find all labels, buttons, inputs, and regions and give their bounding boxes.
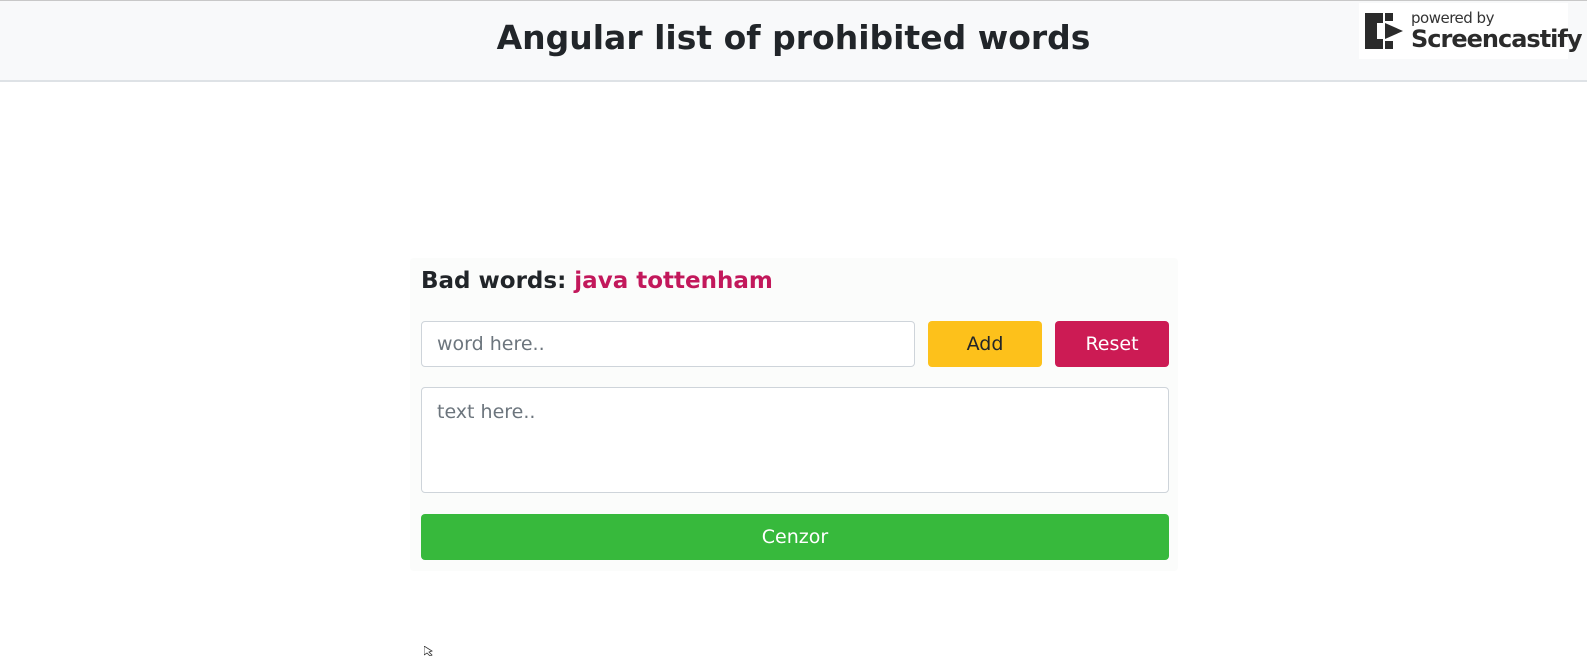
page-title: Angular list of prohibited words (496, 18, 1091, 57)
add-button[interactable]: Add (928, 321, 1042, 367)
screencastify-watermark: powered by Screencastify (1359, 3, 1582, 59)
bad-words-heading: Bad words: java tottenham (421, 268, 773, 294)
screencastify-brand-text: Screencastify (1411, 25, 1582, 53)
bad-words-list: java tottenham (574, 268, 773, 294)
text-input[interactable] (421, 387, 1169, 493)
powered-by-text: powered by (1411, 9, 1494, 27)
screencastify-logo-icon (1359, 3, 1409, 59)
bad-words-label: Bad words: (421, 268, 567, 294)
censor-card: Bad words: java tottenham Add Reset Cenz… (410, 258, 1178, 571)
mouse-cursor-icon (423, 641, 434, 657)
word-input[interactable] (421, 321, 915, 367)
reset-button[interactable]: Reset (1055, 321, 1169, 367)
app-header: Angular list of prohibited words (0, 0, 1587, 82)
cenzor-button[interactable]: Cenzor (421, 514, 1169, 560)
